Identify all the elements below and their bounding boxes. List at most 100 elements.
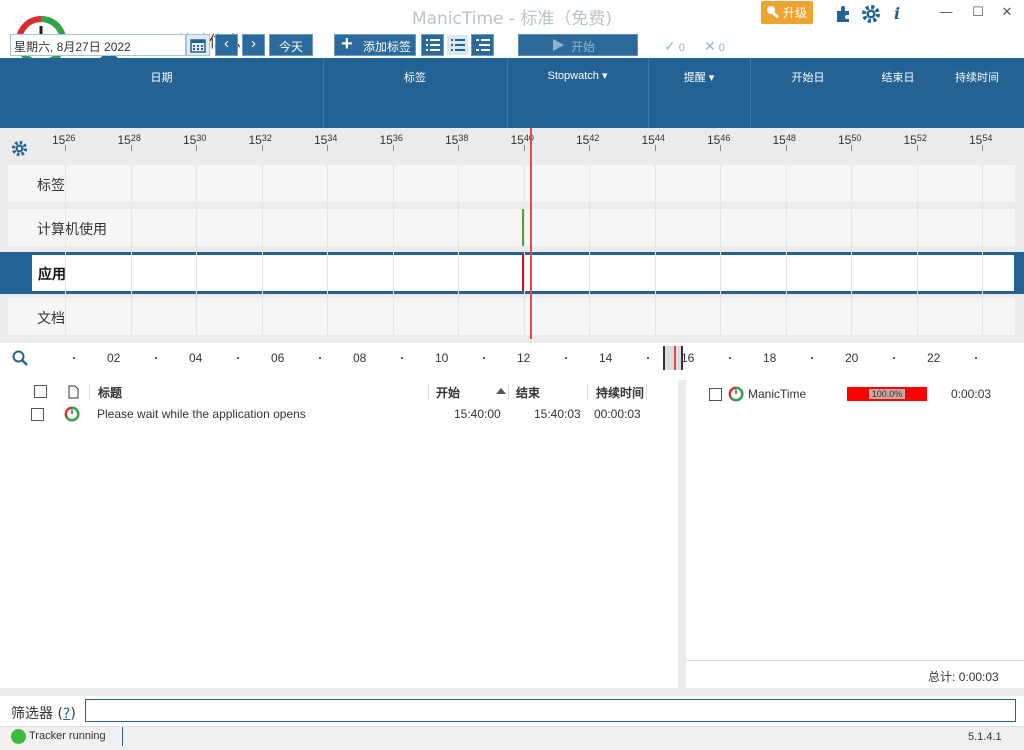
activity-duration: 00:00:03 bbox=[594, 407, 641, 421]
tick-hour: 15 bbox=[314, 133, 328, 147]
tick-hour: 15 bbox=[379, 133, 393, 147]
previous-day-button[interactable]: ‹ bbox=[215, 34, 238, 56]
date-field[interactable]: 星期六, 8月27日 2022 bbox=[10, 34, 186, 56]
summary-pane bbox=[686, 380, 1024, 660]
filter-input[interactable] bbox=[85, 699, 1016, 722]
list-item[interactable]: ManicTime 100.0% 0:00:03 bbox=[686, 383, 1024, 405]
summary-total-label: 总计: bbox=[928, 670, 956, 684]
row-checkbox[interactable] bbox=[31, 408, 44, 421]
timeline-tick bbox=[851, 145, 852, 151]
timeline-tick bbox=[327, 145, 328, 151]
chevron-down-icon: ▾ bbox=[708, 72, 715, 84]
tick-minute: 44 bbox=[654, 133, 665, 143]
timeline-tick-label: 1552 bbox=[904, 133, 927, 147]
overview-viewport-handle[interactable] bbox=[663, 346, 683, 370]
timeline-gridline bbox=[785, 165, 787, 335]
upgrade-label: 升级 bbox=[783, 6, 808, 20]
column-separator bbox=[89, 384, 90, 400]
overview-minor-tick bbox=[73, 357, 75, 359]
timeline-tick bbox=[654, 145, 656, 151]
pane-splitter[interactable] bbox=[678, 380, 686, 688]
reminders-dismissed-button[interactable]: ✕ 0 bbox=[704, 38, 725, 55]
end-time-label: 结束日 bbox=[881, 72, 915, 84]
add-tag-button[interactable]: + 添加标签 bbox=[334, 33, 416, 56]
timeline-gridline bbox=[130, 165, 132, 335]
tick-minute: 30 bbox=[196, 133, 207, 143]
maximize-button[interactable]: ☐ bbox=[968, 4, 988, 22]
tracker-status-indicator bbox=[11, 729, 26, 744]
minimize-button[interactable]: — bbox=[936, 4, 956, 22]
column-header-end[interactable]: 结束 bbox=[516, 384, 540, 401]
timeline-tick bbox=[589, 145, 590, 151]
application-usage-bar[interactable] bbox=[522, 254, 524, 291]
calendar-button[interactable] bbox=[186, 34, 210, 56]
summary-app-name: ManicTime bbox=[748, 387, 807, 401]
divider bbox=[750, 58, 751, 128]
today-button[interactable]: 今天 bbox=[269, 34, 313, 56]
timeline-tick bbox=[720, 145, 721, 151]
timeline-tick-label: 1532 bbox=[249, 133, 272, 147]
summary-percent-label: 100.0% bbox=[869, 389, 905, 399]
overview-minor-tick bbox=[893, 357, 895, 359]
current-time-marker bbox=[530, 128, 532, 339]
tick-hour: 15 bbox=[248, 133, 262, 147]
tick-minute: 50 bbox=[851, 133, 862, 143]
tick-minute: 32 bbox=[261, 133, 272, 143]
upgrade-button[interactable]: 升级 bbox=[761, 1, 813, 24]
timeline-gridline bbox=[916, 165, 918, 335]
tick-minute: 54 bbox=[982, 133, 993, 143]
timeline-gridline bbox=[589, 165, 590, 335]
timeline-gridline bbox=[261, 165, 263, 335]
stopwatch-start-label: 开始 bbox=[571, 40, 596, 54]
stopwatch-dropdown[interactable]: Stopwatch ▾ bbox=[507, 69, 648, 82]
reminders-done-button[interactable]: ✓ 0 bbox=[664, 38, 685, 55]
gear-icon[interactable] bbox=[861, 4, 881, 24]
activity-title: Please wait while the application opens bbox=[97, 407, 306, 421]
tick-hour: 15 bbox=[969, 133, 983, 147]
timeline-gridline bbox=[851, 165, 852, 335]
column-header-start[interactable]: 开始 bbox=[436, 384, 460, 401]
overview-minor-tick bbox=[647, 357, 649, 359]
version-label: 5.1.4.1 bbox=[968, 731, 1002, 743]
check-icon: ✓ bbox=[664, 38, 676, 54]
compact-list-icon bbox=[475, 39, 490, 51]
reminders-dropdown[interactable]: 提醒 ▾ bbox=[648, 69, 750, 85]
compact-view-button[interactable] bbox=[471, 34, 494, 56]
column-header-title[interactable]: 标题 bbox=[98, 384, 122, 401]
separator-band bbox=[0, 688, 1024, 696]
stopwatch-start-button[interactable]: 开始 bbox=[518, 34, 638, 56]
date-section-label: 日期 bbox=[150, 72, 173, 84]
summary-duration: 0:00:03 bbox=[951, 387, 992, 401]
tick-minute: 52 bbox=[916, 133, 927, 143]
close-button[interactable]: ✕ bbox=[997, 4, 1017, 22]
detail-list-view-button[interactable] bbox=[446, 34, 469, 56]
list-view-button[interactable] bbox=[421, 34, 444, 56]
status-divider bbox=[122, 727, 123, 746]
overview-hour-label: 16 bbox=[681, 351, 695, 365]
timeline-tick-label: 1528 bbox=[118, 133, 141, 147]
timeline-tick-label: 1530 bbox=[183, 133, 206, 147]
tick-hour: 15 bbox=[52, 133, 66, 147]
overview-minor-tick bbox=[729, 357, 731, 359]
select-all-checkbox[interactable] bbox=[34, 385, 47, 398]
filter-help-link[interactable]: ? bbox=[63, 706, 70, 722]
tick-minute: 42 bbox=[589, 133, 600, 143]
tick-minute: 36 bbox=[392, 133, 403, 143]
info-icon[interactable]: i bbox=[887, 4, 907, 23]
summary-checkbox[interactable] bbox=[709, 388, 722, 401]
table-row[interactable]: Please wait while the application opens … bbox=[0, 403, 678, 425]
computer-usage-bar[interactable] bbox=[522, 209, 524, 246]
timeline-tick bbox=[785, 145, 787, 151]
overview-axis: 02 04 06 08 10 12 14 16 18 20 22 bbox=[0, 346, 1024, 370]
plugin-icon[interactable] bbox=[834, 5, 852, 23]
overview-hour-label: 12 bbox=[517, 351, 531, 365]
next-day-button[interactable]: › bbox=[242, 34, 265, 56]
timeline-gridline bbox=[523, 165, 525, 335]
column-header-duration[interactable]: 持续时间 bbox=[596, 384, 644, 401]
tick-minute: 40 bbox=[523, 133, 534, 143]
tick-hour: 15 bbox=[117, 133, 131, 147]
tick-minute: 48 bbox=[785, 133, 796, 143]
tick-hour: 15 bbox=[183, 133, 197, 147]
tracker-status-text: Tracker running bbox=[29, 730, 106, 742]
start-time-value: 15:39 bbox=[770, 25, 857, 60]
